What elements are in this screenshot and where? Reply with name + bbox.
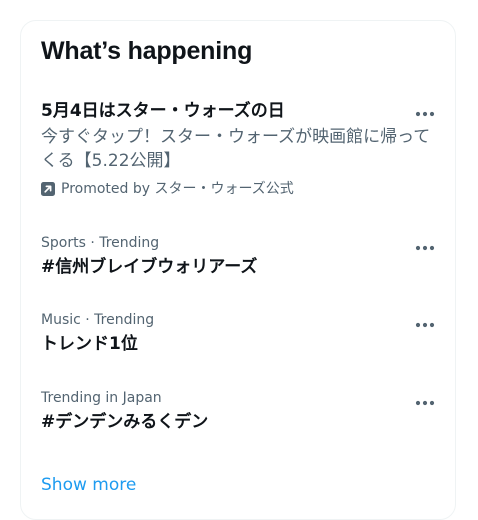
- more-options-button[interactable]: [413, 312, 437, 332]
- more-dots-icon: [415, 313, 435, 332]
- whats-happening-panel: What’s happening 5月4日はスター・ウォーズの日 今すぐタップ！…: [20, 20, 456, 520]
- more-options-button[interactable]: [413, 101, 437, 121]
- trend-item[interactable]: Trending in Japan #デンデンみるくデン: [21, 388, 455, 446]
- trend-meta: Trending in Japan: [41, 390, 162, 406]
- trend-meta: Sports · Trending: [41, 235, 160, 251]
- promoted-trend[interactable]: 5月4日はスター・ウォーズの日 今すぐタップ！スター・ウォーズが映画館に帰ってく…: [21, 97, 455, 209]
- promoted-description: 今すぐタップ！スター・ウォーズが映画館に帰ってくる【5.22公開】: [41, 127, 431, 171]
- more-dots-icon: [415, 391, 435, 410]
- more-options-button[interactable]: [413, 235, 437, 255]
- promoted-title: 5月4日はスター・ウォーズの日: [41, 101, 285, 121]
- trend-name: #信州ブレイブウォリアーズ: [41, 257, 258, 277]
- promoted-arrow-icon: [41, 182, 55, 196]
- trend-name: トレンド1位: [41, 334, 138, 354]
- promoted-by-label: Promoted by スター・ウォーズ公式: [61, 181, 294, 197]
- trend-item[interactable]: Sports · Trending #信州ブレイブウォリアーズ: [21, 233, 455, 291]
- panel-title: What’s happening: [41, 37, 253, 65]
- promoted-by: Promoted by スター・ウォーズ公式: [41, 179, 294, 199]
- trend-name: #デンデンみるくデン: [41, 412, 209, 432]
- show-more-link[interactable]: Show more: [41, 473, 136, 497]
- more-dots-icon: [415, 102, 435, 121]
- trend-item[interactable]: Music · Trending トレンド1位: [21, 310, 455, 368]
- trend-meta: Music · Trending: [41, 312, 155, 328]
- more-options-button[interactable]: [413, 390, 437, 410]
- more-dots-icon: [415, 236, 435, 255]
